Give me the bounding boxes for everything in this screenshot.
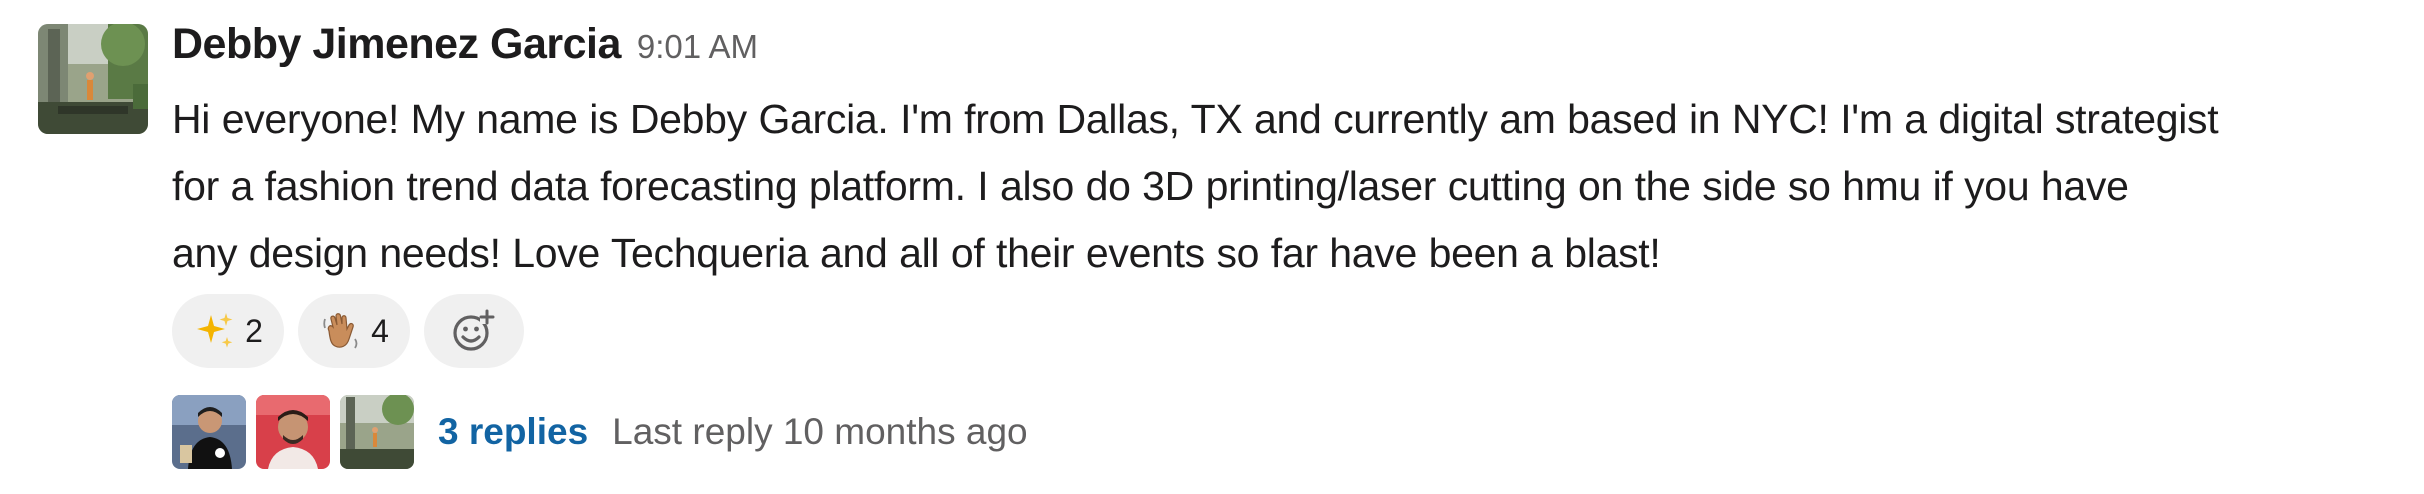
- reaction-wave[interactable]: 4: [298, 294, 410, 368]
- message-timestamp[interactable]: 9:01 AM: [637, 28, 758, 66]
- add-reaction-icon: [453, 309, 495, 351]
- reply-avatar: [256, 395, 330, 469]
- message-content: Debby Jimenez Garcia 9:01 AM Hi everyone…: [172, 20, 2402, 287]
- sparkles-icon: [193, 309, 237, 353]
- message-container: Debby Jimenez Garcia 9:01 AM Hi everyone…: [0, 0, 2424, 494]
- sender-avatar[interactable]: [38, 24, 148, 134]
- avatar-photo: [38, 24, 148, 134]
- sender-name[interactable]: Debby Jimenez Garcia: [172, 20, 621, 69]
- add-reaction-button[interactable]: [424, 294, 524, 368]
- reaction-count: 2: [245, 312, 263, 349]
- reply-avatar: [172, 395, 246, 469]
- message-text-line: for a fashion trend data forecasting pla…: [172, 163, 2129, 209]
- waving-hand-icon: [319, 309, 363, 353]
- message-text-line: any design needs! Love Techqueria and al…: [172, 230, 1661, 276]
- reaction-count: 4: [371, 312, 389, 349]
- replies-link[interactable]: 3 replies: [438, 411, 588, 453]
- message-text: Hi everyone! My name is Debby Garcia. I'…: [172, 86, 2402, 287]
- message-text-line: Hi everyone! My name is Debby Garcia. I'…: [172, 96, 2219, 142]
- reactions-bar: 2 4: [172, 294, 524, 368]
- last-reply-text: Last reply 10 months ago: [612, 411, 1028, 452]
- thread-summary[interactable]: 3 replies Last reply 10 months ago: [172, 394, 1028, 470]
- reaction-sparkles[interactable]: 2: [172, 294, 284, 368]
- reply-avatar: [340, 395, 414, 469]
- message-header: Debby Jimenez Garcia 9:01 AM: [172, 20, 2402, 80]
